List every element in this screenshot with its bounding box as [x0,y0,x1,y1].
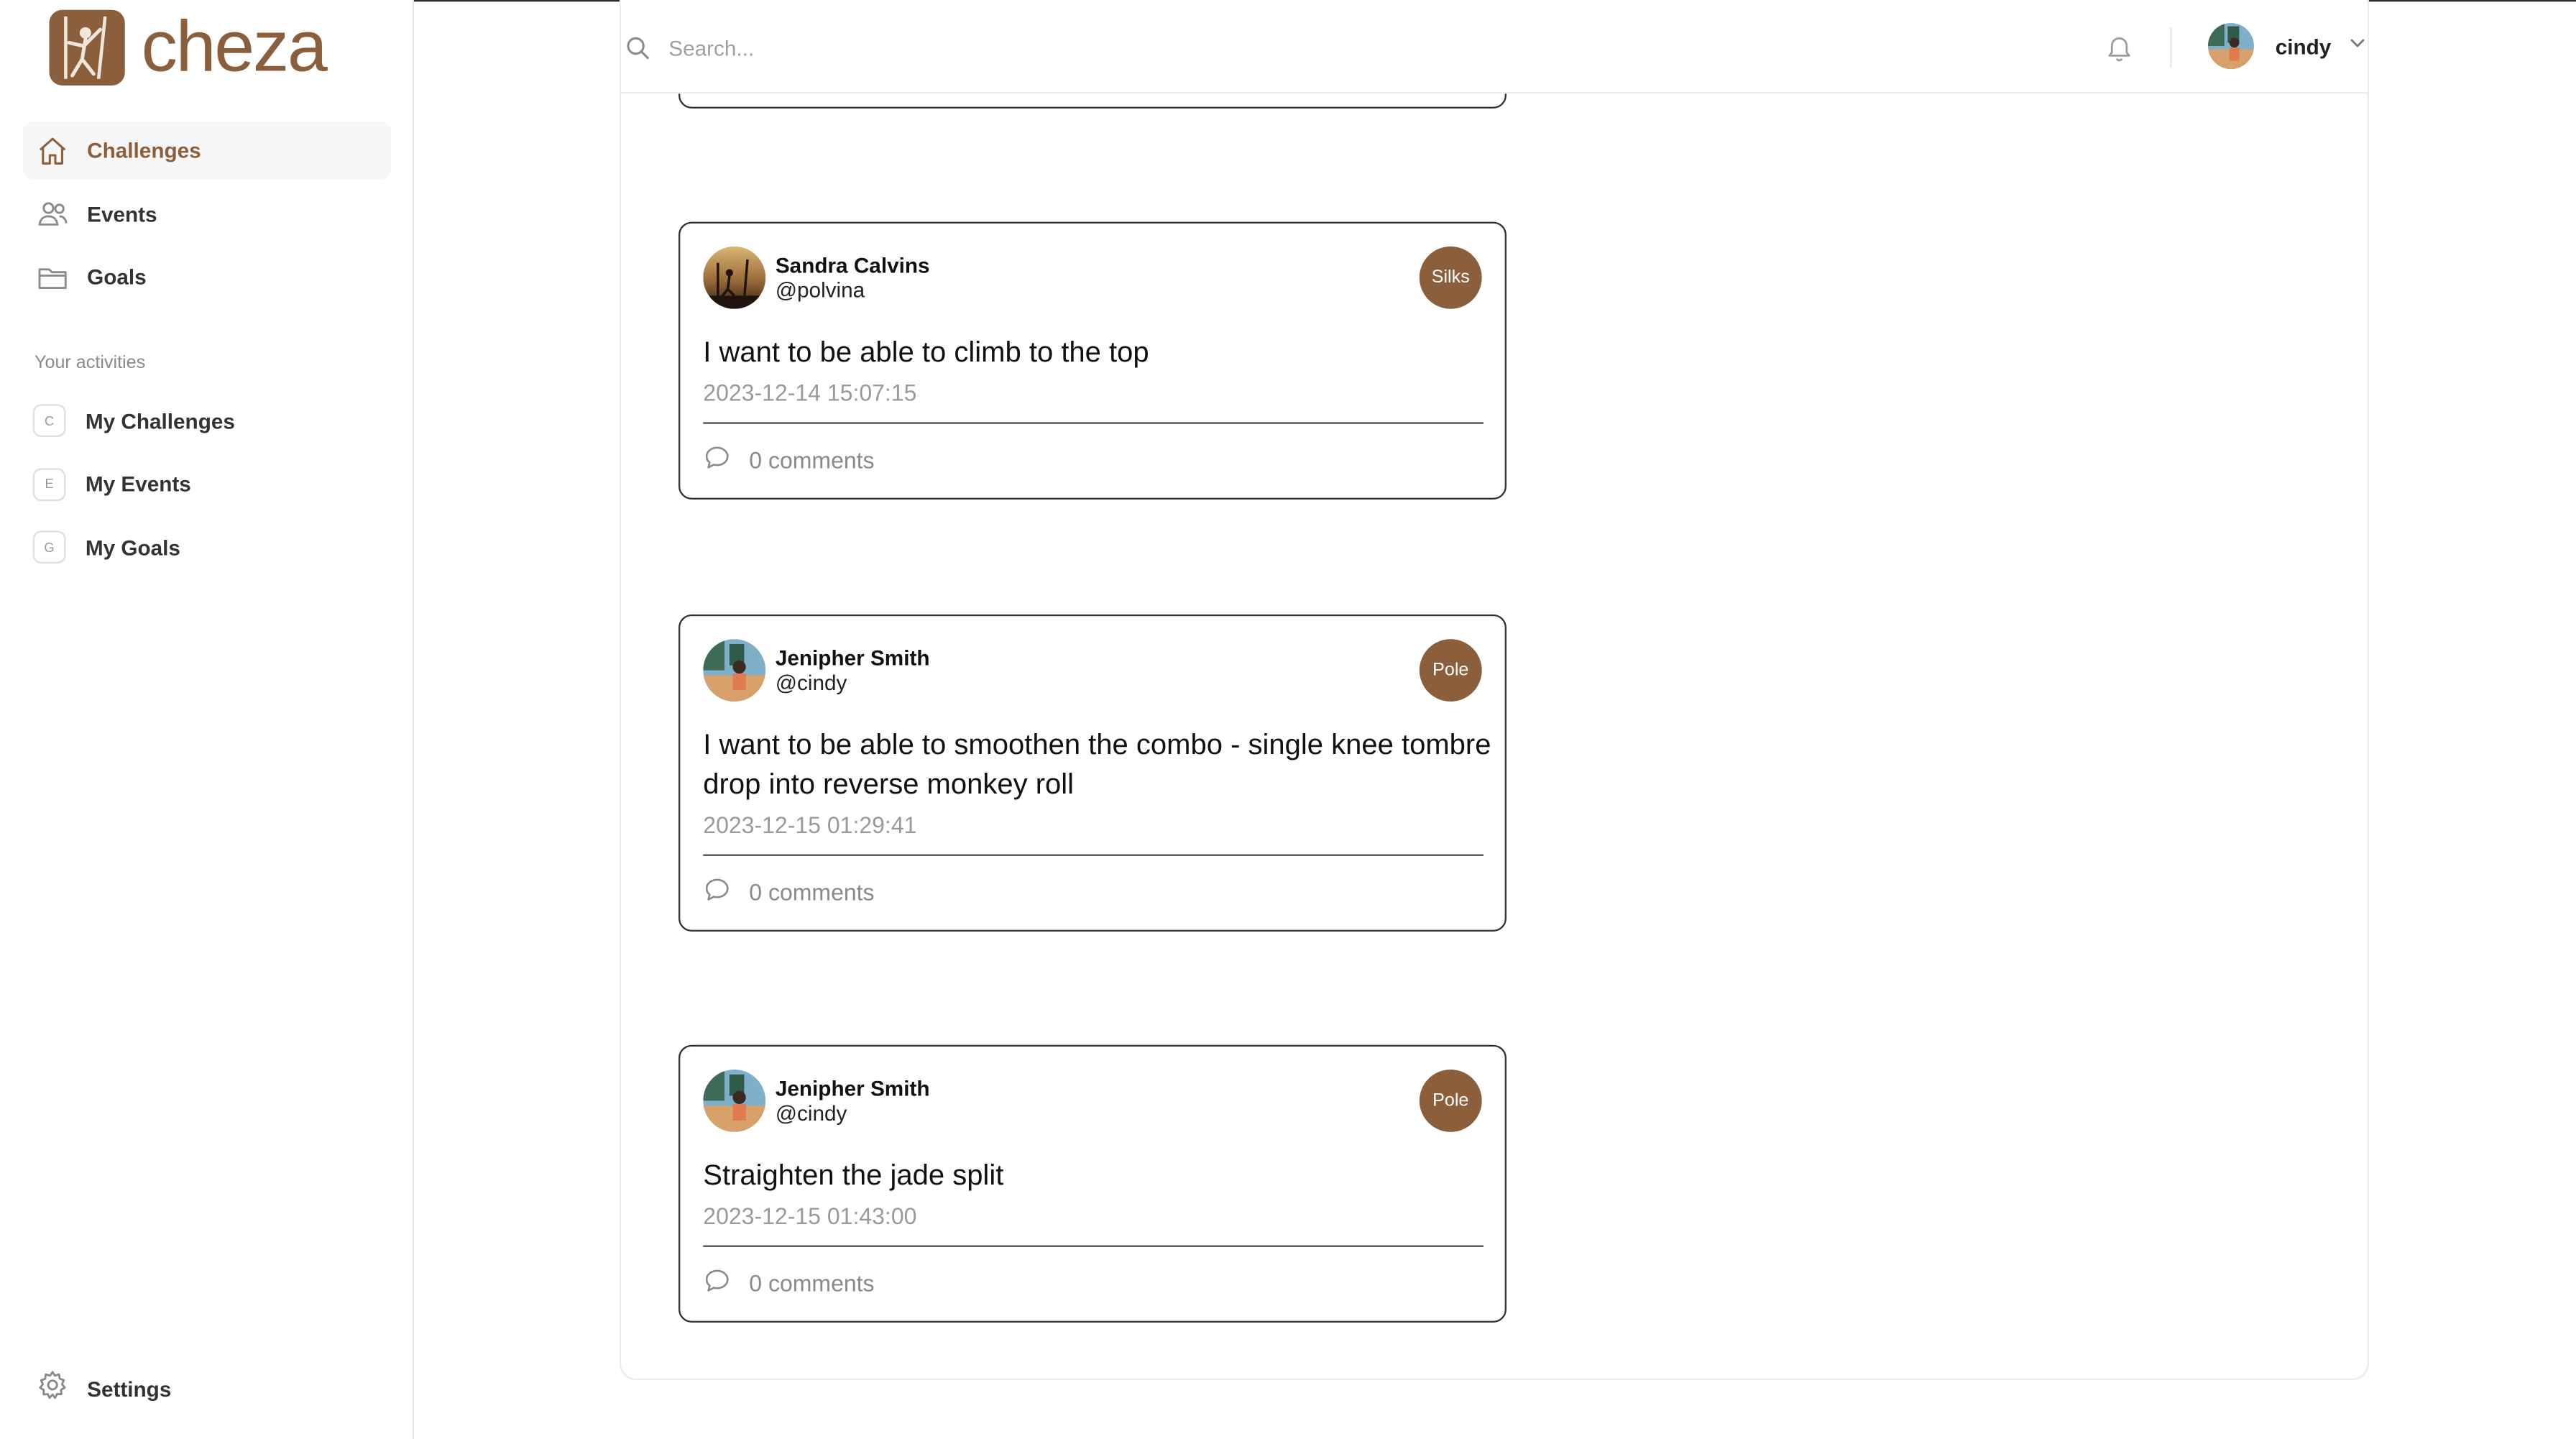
header-divider [2170,27,2172,68]
category-badge: Pole [1419,639,1482,702]
nav-item-label: Challenges [87,137,201,163]
folder-icon [36,260,69,293]
author-info: Sandra Calvins @polvina [776,252,930,303]
timestamp: 2023-12-15 01:43:00 [703,1203,917,1229]
main-nav: Challenges Events Goals [22,121,391,311]
settings-link[interactable]: Settings [36,1369,171,1410]
category-badge: Silks [1419,246,1482,309]
activity-label: My Events [85,471,191,497]
nav-item-challenges[interactable]: Challenges [22,121,391,180]
aerial-dancer-logo-icon [49,9,125,86]
brand-name: cheza [141,6,328,88]
challenge-card[interactable]: Sandra Calvins @polvina Silks I want to … [678,221,1506,500]
timestamp: 2023-12-14 15:07:15 [703,379,917,406]
activity-item-my-goals[interactable]: G My Goals [32,529,395,565]
nav-item-label: Goals [87,264,147,290]
card-author: Sandra Calvins @polvina [703,246,930,309]
activity-label: My Challenges [85,408,235,433]
comments-link[interactable]: 0 comments [703,443,875,477]
divider [703,422,1484,424]
nav-item-label: Events [87,201,157,226]
comments-link[interactable]: 0 comments [703,1266,875,1300]
comments-link[interactable]: 0 comments [703,875,875,909]
divider [703,854,1484,856]
category-badge: Pole [1419,1069,1482,1132]
avatar [2207,22,2254,69]
main-panel: cindy [619,0,2369,1380]
comments-count: 0 comments [749,878,875,906]
comments-count: 0 comments [749,1269,875,1297]
activity-badge: G [32,530,66,564]
nav-item-goals[interactable]: Goals [23,248,391,305]
user-menu[interactable]: cindy [2207,22,2368,69]
section-label-activities: Your activities [34,353,146,373]
activity-badge: E [32,467,66,500]
author-name: Jenipher Smith [775,645,930,670]
card-author: Jenipher Smith @cindy [703,1069,930,1132]
activity-item-my-events[interactable]: E My Events [32,466,395,502]
challenge-card[interactable]: Jenipher Smith @cindy Pole Straighten th… [678,1044,1506,1323]
avatar[interactable] [703,246,766,309]
divider [703,1245,1484,1247]
nav-item-events[interactable]: Events [23,185,391,242]
comment-bubble-icon [703,1266,731,1300]
top-header: cindy [620,0,2368,94]
user-name: cindy [2275,33,2332,59]
sidebar: cheza Challenges Events Goals Your activ… [0,0,414,1439]
author-name: Jenipher Smith [775,1075,930,1100]
author-info: Jenipher Smith @cindy [776,645,930,696]
avatar[interactable] [703,1069,766,1132]
settings-label: Settings [87,1376,172,1402]
author-handle: @cindy [775,669,847,694]
timestamp: 2023-12-15 01:29:41 [703,812,917,838]
activities-list: C My Challenges E My Events G My Goals [32,403,395,592]
author-handle: @cindy [775,1100,847,1125]
comment-bubble-icon [703,443,731,477]
brand-logo[interactable]: cheza [49,6,328,88]
app-page: cheza Challenges Events Goals Your activ… [0,0,2576,1439]
author-name: Sandra Calvins [775,252,930,277]
home-icon [36,134,69,167]
bell-icon[interactable] [2104,31,2134,72]
challenge-card[interactable]: Jenipher Smith @cindy Pole I want to be … [678,614,1506,932]
activity-badge: C [32,404,66,437]
author-info: Jenipher Smith @cindy [776,1075,930,1126]
author-handle: @polvina [775,277,865,302]
search-input[interactable] [665,29,1658,66]
activity-label: My Goals [85,534,180,560]
challenge-text: I want to be able to climb to the top [703,335,1149,368]
avatar[interactable] [703,639,766,702]
challenge-text: I want to be able to smoothen the combo … [703,727,1491,801]
chevron-down-icon [2347,31,2367,60]
card-author: Jenipher Smith @cindy [703,639,930,702]
comment-bubble-icon [703,875,731,909]
challenge-text: Straighten the jade split [703,1158,1004,1192]
users-icon [36,197,69,230]
gear-icon [36,1369,69,1410]
search-icon [625,35,651,69]
comments-count: 0 comments [749,446,875,474]
activity-item-my-challenges[interactable]: C My Challenges [32,403,395,438]
